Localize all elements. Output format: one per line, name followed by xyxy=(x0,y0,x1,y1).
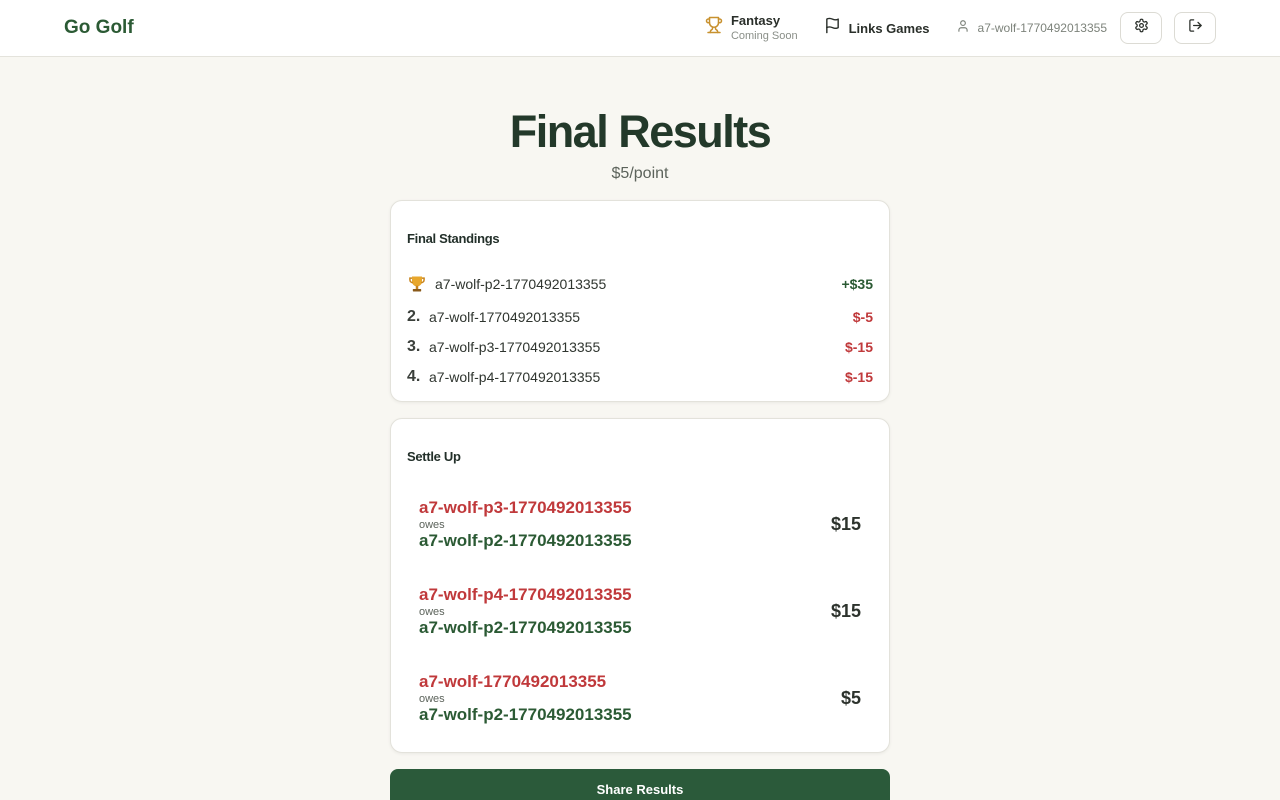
standing-rank: 2. xyxy=(407,308,421,325)
standing-row-1: a7-wolf-p2-1770492013355 +$35 xyxy=(407,273,873,295)
standing-name: a7-wolf-1770492013355 xyxy=(429,309,581,325)
standing-amount: +$35 xyxy=(841,276,873,292)
debtor-name: a7-wolf-p4-1770492013355 xyxy=(419,585,632,604)
trophy-icon xyxy=(407,274,435,294)
share-results-button[interactable]: Share Results xyxy=(390,769,890,800)
standing-rank: 4. xyxy=(407,368,421,385)
creditor-name: a7-wolf-p2-1770492013355 xyxy=(419,705,632,724)
standing-name: a7-wolf-p3-1770492013355 xyxy=(429,339,601,355)
logout-icon xyxy=(1188,18,1203,38)
settlement-item-1: a7-wolf-p3-1770492013355 owes a7-wolf-p2… xyxy=(419,498,861,560)
settlement-item-2: a7-wolf-p4-1770492013355 owes a7-wolf-p2… xyxy=(419,585,861,647)
settle-up-title: Settle Up xyxy=(407,449,461,464)
creditor-name: a7-wolf-p2-1770492013355 xyxy=(419,618,632,637)
gear-icon xyxy=(1134,18,1149,38)
page-title: Final Results xyxy=(509,106,772,157)
settle-up-card: Settle Up a7-wolf-p3-1770492013355 owes … xyxy=(390,418,890,753)
rate-subtitle: $5/point xyxy=(611,165,669,182)
settlement-amount: $5 xyxy=(840,688,861,708)
standing-row-3: 3. a7-wolf-p3-1770492013355 $-15 xyxy=(407,336,873,358)
user-icon xyxy=(956,19,970,38)
standing-rank: 3. xyxy=(407,338,421,355)
coming-soon-label: Coming Soon xyxy=(730,29,798,42)
owes-label: owes xyxy=(419,606,445,618)
final-standings-card: Final Standings a7-wolf-p2-1770492013355… xyxy=(390,200,890,402)
settlement-amount: $15 xyxy=(830,514,861,534)
links-games-label: Links Games xyxy=(848,20,930,36)
nav-links-games[interactable]: Links Games xyxy=(824,17,930,39)
standings-title: Final Standings xyxy=(407,231,500,246)
standing-amount: $-15 xyxy=(844,339,873,355)
standing-row-4: 4. a7-wolf-p4-1770492013355 $-15 xyxy=(407,366,873,388)
standing-amount: $-5 xyxy=(852,309,873,325)
standing-row-2: 2. a7-wolf-1770492013355 $-5 xyxy=(407,306,873,328)
owes-label: owes xyxy=(419,519,445,531)
owes-label: owes xyxy=(419,693,445,705)
top-nav-bar: Go Golf Fantasy Coming Soon Links Games … xyxy=(0,0,1280,57)
settlement-item-3: a7-wolf-1770492013355 owes a7-wolf-p2-17… xyxy=(419,672,861,734)
nav-menu: Fantasy Coming Soon Links Games a7-wolf-… xyxy=(705,0,1216,56)
fantasy-label: Fantasy xyxy=(730,13,781,29)
nav-fantasy: Fantasy Coming Soon xyxy=(705,13,798,42)
debtor-name: a7-wolf-1770492013355 xyxy=(419,672,607,691)
standing-amount: $-15 xyxy=(844,369,873,385)
standing-name: a7-wolf-p2-1770492013355 xyxy=(435,276,607,292)
trophy-icon xyxy=(705,16,723,39)
nav-user: a7-wolf-1770492013355 xyxy=(956,19,1107,38)
creditor-name: a7-wolf-p2-1770492013355 xyxy=(419,531,632,550)
brand-logo[interactable]: Go Golf xyxy=(64,17,134,39)
settings-button[interactable] xyxy=(1120,12,1162,44)
logout-button[interactable] xyxy=(1174,12,1216,44)
settlement-amount: $15 xyxy=(830,601,861,621)
username-label: a7-wolf-1770492013355 xyxy=(977,21,1107,35)
debtor-name: a7-wolf-p3-1770492013355 xyxy=(419,498,632,517)
flag-icon xyxy=(824,17,841,39)
standing-name: a7-wolf-p4-1770492013355 xyxy=(429,369,601,385)
